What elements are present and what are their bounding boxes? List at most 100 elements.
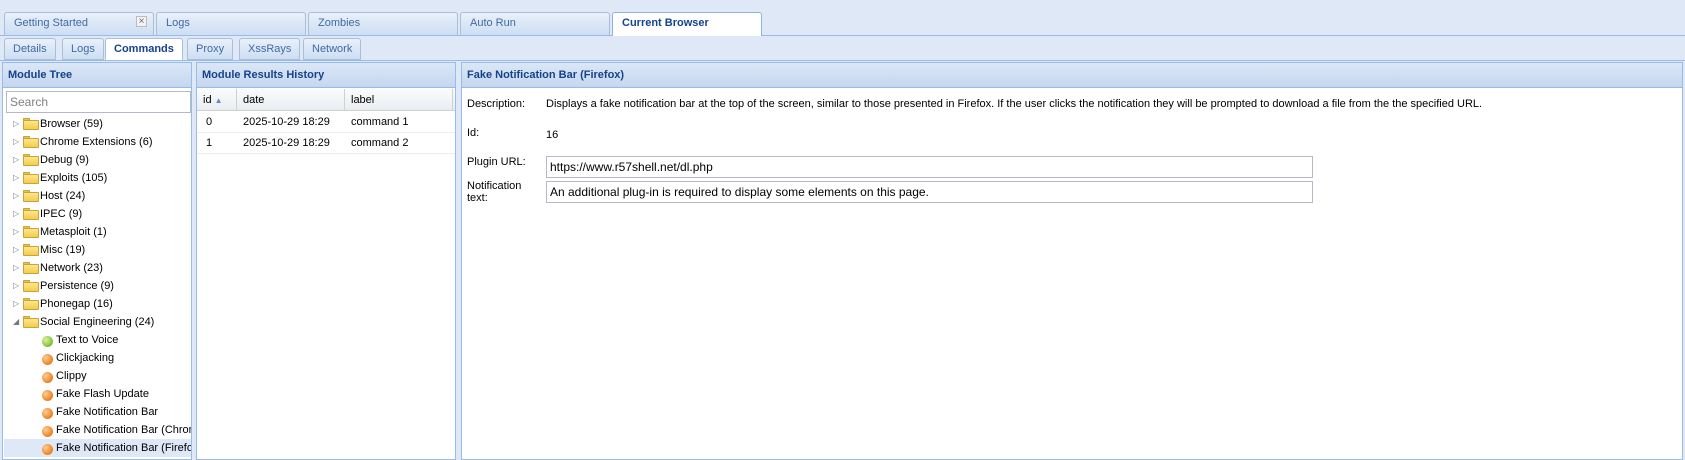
tree-module-clippy[interactable]: Clippy (4, 367, 191, 385)
tree-label: Network (23) (40, 262, 103, 274)
chevron-right-icon[interactable]: ▷ (13, 155, 23, 165)
close-icon[interactable]: × (136, 16, 147, 27)
tree-folder-ipec[interactable]: ▷ IPEC (9) (4, 205, 191, 223)
tree-module-fake-notification-bar[interactable]: Fake Notification Bar (4, 403, 191, 421)
tab-xssrays[interactable]: XssRays (239, 38, 301, 60)
tree-folder-browser[interactable]: ▷ Browser (59) (4, 115, 191, 133)
tab-logs[interactable]: Logs (156, 12, 306, 35)
cell-date: 2025-10-29 18:29 (243, 116, 330, 128)
tree-label: Fake Flash Update (56, 388, 149, 400)
folder-icon (23, 280, 39, 292)
status-orange-icon (42, 426, 53, 437)
module-detail-panel: Fake Notification Bar (Firefox) Descript… (461, 62, 1683, 460)
tree-folder-phonegap[interactable]: ▷ Phonegap (16) (4, 295, 191, 313)
tree-folder-chrome-extensions[interactable]: ▷ Chrome Extensions (6) (4, 133, 191, 151)
module-tree-panel: Module Tree ▷ Browser (59) ▷ Chrome Extens… (2, 62, 192, 460)
tree-folder-debug[interactable]: ▷ Debug (9) (4, 151, 191, 169)
tree-label: Phonegap (16) (40, 298, 113, 310)
main-tab-bar: Getting Started × Logs Zombies Auto Run … (0, 0, 1685, 36)
grid-header: id ▲ date label (197, 89, 455, 111)
chevron-right-icon[interactable]: ▷ (13, 281, 23, 291)
status-orange-icon (42, 408, 53, 419)
tree-folder-misc[interactable]: ▷ Misc (19) (4, 241, 191, 259)
search-input[interactable] (6, 91, 191, 113)
tree-folder-exploits[interactable]: ▷ Exploits (105) (4, 169, 191, 187)
tree-label: Chrome Extensions (6) (40, 136, 153, 148)
id-value: 16 (546, 129, 559, 141)
folder-icon (23, 118, 39, 130)
cell-date: 2025-10-29 18:29 (243, 137, 330, 149)
panel-title: Module Tree (3, 63, 191, 88)
tree-module-fake-notification-bar-chrome[interactable]: Fake Notification Bar (Chrome) (4, 421, 191, 439)
tree-folder-social-engineering[interactable]: ◢ Social Engineering (24) (4, 313, 191, 331)
column-label: date (243, 94, 265, 106)
tree-label: Exploits (105) (40, 172, 108, 184)
plugin-url-input[interactable] (546, 156, 1313, 178)
folder-icon (23, 154, 39, 166)
tab-getting-started[interactable]: Getting Started × (4, 12, 154, 35)
tab-commands[interactable]: Commands (105, 38, 183, 60)
column-label: id (203, 94, 212, 106)
column-header-date[interactable]: date (237, 89, 345, 111)
chevron-right-icon[interactable]: ▷ (13, 137, 23, 147)
tree-module-fake-notification-bar-firefox[interactable]: Fake Notification Bar (Firefox) (4, 439, 191, 457)
table-row[interactable]: 1 2025-10-29 18:29 command 2 (197, 133, 455, 154)
chevron-right-icon[interactable]: ▷ (13, 119, 23, 129)
tree-module-fake-flash-update[interactable]: Fake Flash Update (4, 385, 191, 403)
chevron-right-icon[interactable]: ▷ (13, 227, 23, 237)
module-tree: ▷ Browser (59) ▷ Chrome Extensions (6) ▷ De… (4, 115, 191, 457)
tree-label: Social Engineering (24) (40, 316, 155, 328)
splitter[interactable] (456, 62, 460, 460)
tab-label: Logs (71, 43, 95, 55)
tab-auto-run[interactable]: Auto Run (460, 12, 610, 35)
tab-label: Current Browser (622, 17, 709, 29)
status-green-icon (42, 336, 53, 347)
plugin-url-label: Plugin URL: (467, 156, 526, 168)
description-text: Displays a fake notification bar at the … (546, 98, 1483, 110)
tab-details[interactable]: Details (4, 38, 56, 60)
notification-text-input[interactable] (546, 181, 1313, 203)
tab-current-browser[interactable]: Current Browser (612, 12, 762, 36)
folder-icon (23, 298, 39, 310)
chevron-right-icon[interactable]: ▷ (13, 245, 23, 255)
tree-folder-host[interactable]: ▷ Host (24) (4, 187, 191, 205)
column-header-label[interactable]: label (345, 89, 453, 111)
tab-proxy[interactable]: Proxy (187, 38, 234, 60)
column-header-id[interactable]: id ▲ (197, 89, 237, 111)
notification-text-label: Notification text: (467, 180, 521, 204)
status-orange-icon (42, 390, 53, 401)
tab-zombies[interactable]: Zombies (308, 12, 458, 35)
folder-icon (23, 262, 39, 274)
tab-logs[interactable]: Logs (62, 38, 104, 60)
label-line: text: (467, 192, 488, 204)
folder-icon (23, 172, 39, 184)
chevron-right-icon[interactable]: ▷ (13, 299, 23, 309)
tab-label: XssRays (248, 43, 292, 55)
table-row[interactable]: 0 2025-10-29 18:29 command 1 (197, 112, 455, 133)
tree-folder-persistence[interactable]: ▷ Persistence (9) (4, 277, 191, 295)
tree-module-clickjacking[interactable]: Clickjacking (4, 349, 191, 367)
tab-label: Getting Started (14, 17, 88, 29)
label-line: Notification (467, 180, 522, 192)
chevron-right-icon[interactable]: ▷ (13, 173, 23, 183)
tree-label: Fake Notification Bar (Chrome) (56, 424, 191, 436)
status-orange-icon (42, 372, 53, 383)
tree-label: Browser (59) (40, 118, 103, 130)
tab-label: Zombies (318, 17, 361, 29)
tab-network[interactable]: Network (303, 38, 362, 60)
tree-label: Text to Voice (56, 334, 119, 346)
status-orange-icon (42, 444, 53, 455)
chevron-right-icon[interactable]: ▷ (13, 263, 23, 273)
chevron-down-icon[interactable]: ◢ (13, 317, 23, 327)
panel-title: Module Results History (197, 63, 455, 88)
tab-label: Commands (114, 43, 174, 55)
tree-module-text-to-voice[interactable]: Text to Voice (4, 331, 191, 349)
tree-folder-metasploit[interactable]: ▷ Metasploit (1) (4, 223, 191, 241)
tree-label: Metasploit (1) (40, 226, 107, 238)
module-results-panel: Module Results History id ▲ date label 0 … (196, 62, 456, 460)
id-label: Id: (467, 127, 480, 139)
tree-label: Fake Notification Bar (56, 406, 159, 418)
tree-folder-network[interactable]: ▷ Network (23) (4, 259, 191, 277)
chevron-right-icon[interactable]: ▷ (13, 191, 23, 201)
chevron-right-icon[interactable]: ▷ (13, 209, 23, 219)
